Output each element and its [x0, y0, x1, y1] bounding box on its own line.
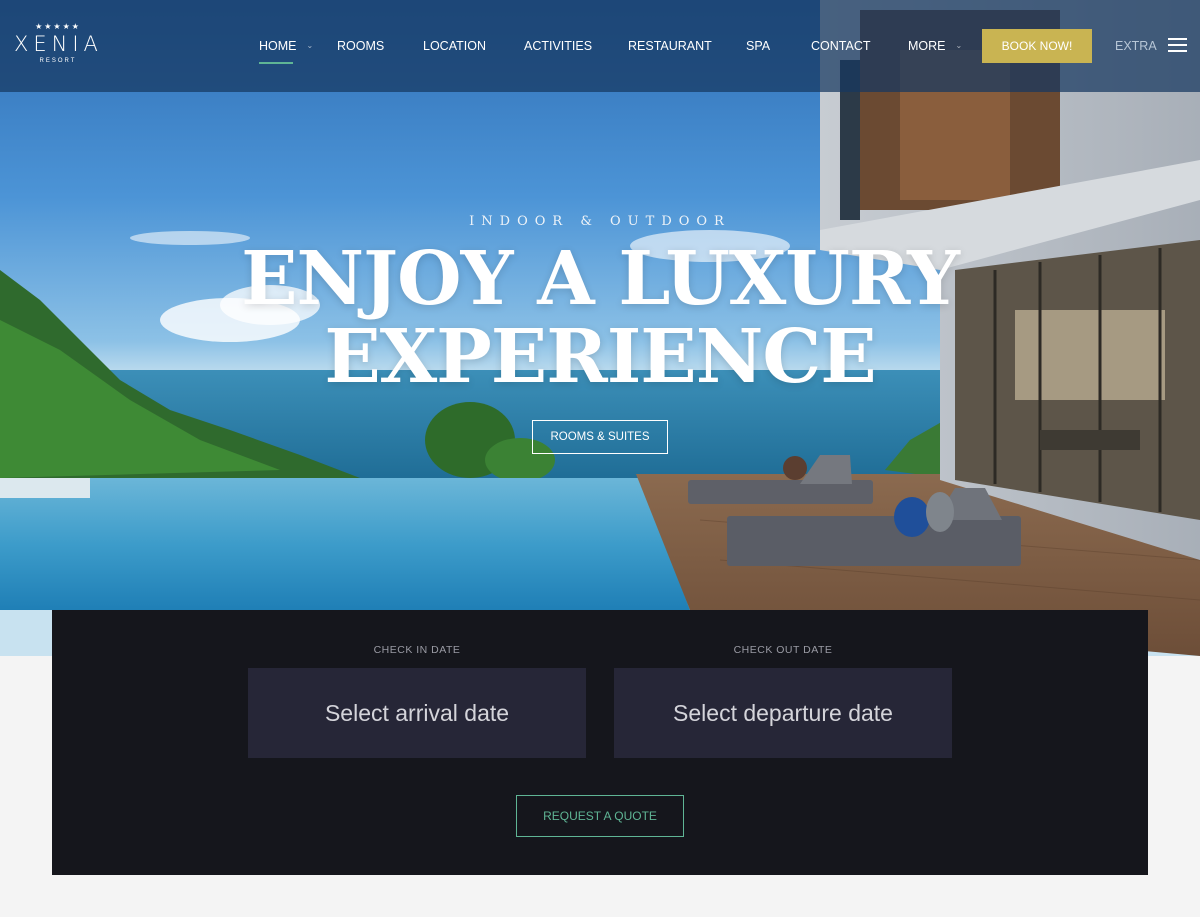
check-out-date-field[interactable]: Select departure date	[614, 668, 952, 758]
nav-item-restaurant[interactable]: RESTAURANT	[628, 38, 712, 54]
nav-item-rooms[interactable]: ROOMS	[337, 38, 384, 54]
hamburger-icon[interactable]	[1168, 38, 1187, 52]
hero-headline-line-1: ENJOY A LUXURY	[241, 236, 960, 322]
nav-item-contact[interactable]: CONTACT	[811, 38, 871, 54]
extra-link[interactable]: EXTRA	[1115, 38, 1157, 54]
hero-section: INDOOR & OUTDOOR ENJOY A LUXURY EXPERIEN…	[0, 0, 1200, 656]
chevron-down-icon: ⌄	[955, 41, 963, 50]
hero-headline: ENJOY A LUXURY EXPERIENCE	[0, 240, 1200, 396]
hero-eyebrow: INDOOR & OUTDOOR	[469, 214, 731, 229]
nav-item-label: HOME	[259, 39, 297, 53]
booking-panel: CHECK IN DATE Select arrival date CHECK …	[52, 610, 1148, 875]
nav-item-label: MORE	[908, 39, 946, 53]
book-now-button[interactable]: BOOK NOW!	[982, 29, 1092, 63]
check-out-label: CHECK OUT DATE	[733, 644, 833, 656]
request-quote-button[interactable]: REQUEST A QUOTE	[516, 795, 684, 837]
top-navigation-bar: ★★★★★ XENIA RESORT HOME ⌄ ROOMS LOCATION …	[0, 0, 1200, 92]
check-in-label: CHECK IN DATE	[373, 644, 461, 656]
nav-item-label: RESTAURANT	[628, 39, 712, 53]
check-in-date-field[interactable]: Select arrival date	[248, 668, 586, 758]
rating-stars-icon: ★★★★★	[35, 22, 81, 31]
nav-item-location[interactable]: LOCATION	[423, 38, 486, 54]
nav-item-label: LOCATION	[423, 39, 486, 53]
chevron-down-icon: ⌄	[306, 41, 314, 50]
nav-item-label: ACTIVITIES	[524, 39, 593, 53]
nav-item-label: ROOMS	[337, 39, 385, 53]
nav-item-activities[interactable]: ACTIVITIES	[524, 38, 592, 54]
brand-tagline: RESORT	[39, 58, 77, 64]
hero-headline-line-2: EXPERIENCE	[324, 314, 876, 400]
rooms-suites-button[interactable]: ROOMS & SUITES	[532, 420, 668, 454]
nav-item-more[interactable]: MORE ⌄	[908, 38, 962, 54]
nav-item-label: CONTACT	[811, 39, 871, 53]
brand-name: XENIA	[14, 32, 103, 56]
brand-logo[interactable]: ★★★★★ XENIA RESORT	[14, 22, 102, 66]
nav-item-home[interactable]: HOME ⌄	[259, 38, 314, 64]
nav-item-label: SPA	[746, 39, 771, 53]
nav-item-spa[interactable]: SPA	[746, 38, 770, 54]
